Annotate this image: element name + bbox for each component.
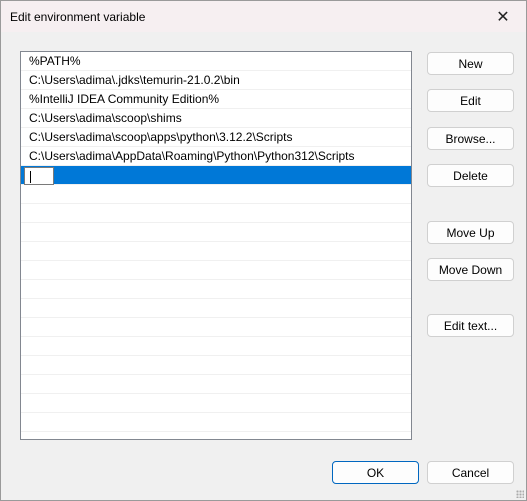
empty-list-row[interactable] bbox=[21, 242, 411, 261]
ok-button[interactable]: OK bbox=[332, 461, 419, 484]
title-bar: Edit environment variable ✕ bbox=[1, 1, 526, 32]
empty-list-row[interactable] bbox=[21, 261, 411, 280]
empty-list-row[interactable] bbox=[21, 280, 411, 299]
new-button[interactable]: New bbox=[427, 52, 514, 75]
text-caret bbox=[30, 171, 31, 183]
empty-list-row[interactable] bbox=[21, 394, 411, 413]
empty-list-row[interactable] bbox=[21, 318, 411, 337]
close-button[interactable]: ✕ bbox=[480, 1, 526, 32]
list-item[interactable]: C:\Users\adima\AppData\Roaming\Python\Py… bbox=[21, 147, 411, 166]
move-up-button[interactable]: Move Up bbox=[427, 221, 514, 244]
selected-list-item[interactable] bbox=[21, 166, 411, 185]
resize-grip-icon[interactable] bbox=[516, 490, 524, 498]
edit-button[interactable]: Edit bbox=[427, 89, 514, 112]
edit-text-button[interactable]: Edit text... bbox=[427, 314, 514, 337]
empty-list-row[interactable] bbox=[21, 375, 411, 394]
path-edit-input[interactable] bbox=[24, 167, 54, 185]
list-item[interactable]: C:\Users\adima\.jdks\temurin-21.0.2\bin bbox=[21, 71, 411, 90]
list-item[interactable]: %PATH% bbox=[21, 52, 411, 71]
cancel-button[interactable]: Cancel bbox=[427, 461, 514, 484]
dialog-title: Edit environment variable bbox=[10, 10, 146, 24]
empty-list-row[interactable] bbox=[21, 413, 411, 432]
list-item[interactable]: C:\Users\adima\scoop\shims bbox=[21, 109, 411, 128]
empty-list-row[interactable] bbox=[21, 223, 411, 242]
empty-list-row[interactable] bbox=[21, 356, 411, 375]
path-list[interactable]: %PATH% C:\Users\adima\.jdks\temurin-21.0.… bbox=[20, 51, 412, 440]
empty-list-row[interactable] bbox=[21, 432, 411, 439]
empty-list-row[interactable] bbox=[21, 204, 411, 223]
list-item[interactable]: %IntelliJ IDEA Community Edition% bbox=[21, 90, 411, 109]
close-icon: ✕ bbox=[496, 8, 510, 26]
empty-list-row[interactable] bbox=[21, 299, 411, 318]
list-item[interactable]: C:\Users\adima\scoop\apps\python\3.12.2\… bbox=[21, 128, 411, 147]
move-down-button[interactable]: Move Down bbox=[427, 258, 514, 281]
empty-list-row[interactable] bbox=[21, 337, 411, 356]
delete-button[interactable]: Delete bbox=[427, 164, 514, 187]
edit-environment-variable-dialog: Edit environment variable ✕ %PATH% C:\Use… bbox=[0, 0, 527, 501]
empty-list-row[interactable] bbox=[21, 185, 411, 204]
browse-button[interactable]: Browse... bbox=[427, 127, 514, 150]
